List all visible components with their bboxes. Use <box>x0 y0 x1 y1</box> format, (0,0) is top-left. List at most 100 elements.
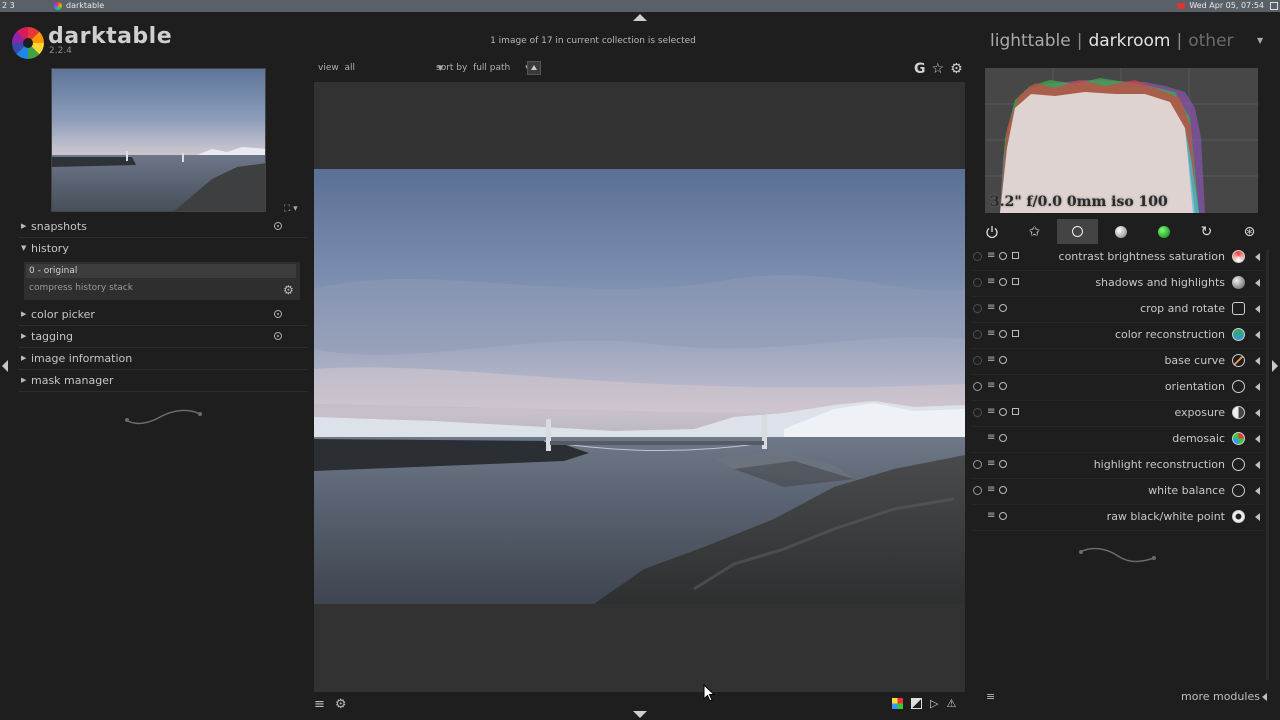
top-panel-toggle-icon[interactable] <box>633 14 647 21</box>
module-shadows-and-highlights[interactable]: ≡ shadows and highlights <box>971 270 1265 297</box>
group-correction[interactable]: ↻ <box>1186 219 1227 244</box>
history-item-original[interactable]: 0 - original <box>26 264 296 278</box>
sort-filter[interactable]: sort by full path ▼ <box>436 63 531 73</box>
multi-instance-icon[interactable]: ≡ <box>987 328 995 339</box>
multi-instance-icon[interactable]: ≡ <box>987 510 995 521</box>
grouping-icon[interactable]: G <box>914 61 926 77</box>
module-mask-manager[interactable]: ▶ mask manager <box>18 370 308 392</box>
view-darkroom[interactable]: darkroom <box>1088 31 1170 51</box>
module-crop-and-rotate[interactable]: ≡ crop and rotate <box>971 296 1265 323</box>
style-create-icon[interactable]: ⚙ <box>283 283 294 297</box>
taskbar-window[interactable]: darktable <box>54 0 104 12</box>
reset-icon[interactable] <box>999 278 1007 286</box>
reset-icon[interactable] <box>999 434 1007 442</box>
more-modules-button[interactable]: more modules <box>1181 690 1260 703</box>
main-image[interactable] <box>314 169 965 604</box>
compress-history-button[interactable]: compress history stack <box>29 283 133 293</box>
layout-grid-icon[interactable] <box>1270 2 1278 10</box>
softproof-icon[interactable]: ▷ <box>930 697 938 710</box>
expand-arrow-icon[interactable] <box>1255 513 1260 521</box>
multi-instance-icon[interactable]: ≡ <box>987 458 995 469</box>
power-icon[interactable] <box>973 330 982 339</box>
power-icon[interactable] <box>973 278 982 287</box>
overexposed-icon[interactable] <box>911 698 922 709</box>
reset-icon[interactable] <box>999 252 1007 260</box>
module-exposure[interactable]: ≡ exposure <box>971 400 1265 427</box>
reset-icon[interactable] <box>999 330 1007 338</box>
reset-icon[interactable] <box>274 310 282 318</box>
view-other[interactable]: other <box>1188 31 1233 51</box>
gear-icon[interactable]: ⚙ <box>950 61 963 77</box>
expand-arrow-icon[interactable] <box>1255 461 1260 469</box>
multi-instance-icon[interactable]: ≡ <box>987 432 995 443</box>
module-color-reconstruction[interactable]: ≡ color reconstruction <box>971 322 1265 349</box>
left-panel-toggle-icon[interactable] <box>2 360 8 372</box>
module-contrast-brightness-saturation[interactable]: ≡ contrast brightness saturation <box>971 244 1265 271</box>
power-icon[interactable] <box>973 356 982 365</box>
power-icon[interactable] <box>973 460 982 469</box>
group-favorites[interactable]: ✩ <box>1014 219 1055 244</box>
multi-instance-icon[interactable]: ≡ <box>987 380 995 391</box>
view-filter[interactable]: view all ▼ <box>318 63 443 73</box>
group-color[interactable] <box>1143 219 1184 244</box>
gamut-check-icon[interactable]: ⚠ <box>946 697 956 710</box>
expand-arrow-icon[interactable] <box>1255 435 1260 443</box>
expand-arrow-icon[interactable] <box>1255 487 1260 495</box>
reset-icon[interactable] <box>999 356 1007 364</box>
view-menu-chevron-icon[interactable]: ▼ <box>1257 36 1263 45</box>
module-tagging[interactable]: ▶ tagging <box>18 326 308 348</box>
color-assessment-icon[interactable] <box>892 698 903 709</box>
expand-arrow-icon[interactable] <box>1255 383 1260 391</box>
multi-instance-icon[interactable]: ≡ <box>987 354 995 365</box>
multi-instance-icon[interactable]: ≡ <box>987 250 995 261</box>
histogram[interactable] <box>985 68 1258 213</box>
group-active-modules[interactable] <box>971 219 1012 244</box>
expand-arrow-icon[interactable] <box>1255 305 1260 313</box>
presets-icon[interactable] <box>1012 252 1019 259</box>
sort-value[interactable]: full path <box>473 63 510 73</box>
star-icon[interactable]: ☆ <box>932 61 945 77</box>
bottom-panel-toggle-icon[interactable] <box>633 711 647 718</box>
navigation-thumbnail[interactable] <box>51 68 266 212</box>
module-raw-black-white-point[interactable]: ≡ raw black/white point <box>971 504 1265 531</box>
expand-arrow-icon[interactable] <box>1255 279 1260 287</box>
module-image-information[interactable]: ▶ image information <box>18 348 308 370</box>
multi-instance-icon[interactable]: ≡ <box>987 276 995 287</box>
group-basic[interactable] <box>1057 219 1098 244</box>
presets-menu-icon[interactable]: ≡ <box>314 697 325 712</box>
multi-instance-icon[interactable]: ≡ <box>987 302 995 313</box>
module-color-picker[interactable]: ▶ color picker <box>18 304 308 326</box>
workspace-switcher[interactable]: 2 3 <box>2 0 15 12</box>
module-snapshots[interactable]: ▶ snapshots <box>18 216 308 238</box>
expand-arrow-icon[interactable] <box>1255 331 1260 339</box>
expand-arrow-icon[interactable] <box>1255 253 1260 261</box>
more-modules-menu-icon[interactable]: ≡ <box>986 690 995 703</box>
module-highlight-reconstruction[interactable]: ≡ highlight reconstruction <box>971 452 1265 479</box>
reset-icon[interactable] <box>999 304 1007 312</box>
module-orientation[interactable]: ≡ orientation <box>971 374 1265 401</box>
reset-icon[interactable] <box>274 222 282 230</box>
presets-icon[interactable] <box>1012 330 1019 337</box>
presets-icon[interactable] <box>1012 278 1019 285</box>
sort-direction-button[interactable] <box>527 61 541 75</box>
power-icon[interactable] <box>973 382 982 391</box>
power-icon[interactable] <box>973 304 982 313</box>
expand-arrow-icon[interactable] <box>1255 409 1260 417</box>
expand-icon[interactable]: ⛶ ▾ <box>284 204 298 214</box>
group-tone[interactable] <box>1100 219 1141 244</box>
styles-icon[interactable]: ⚙ <box>335 697 347 712</box>
group-effects[interactable]: ⊛ <box>1229 219 1270 244</box>
view-lighttable[interactable]: lighttable <box>990 31 1071 51</box>
reset-icon[interactable] <box>274 332 282 340</box>
more-modules-arrow-icon[interactable] <box>1262 693 1267 701</box>
power-icon[interactable] <box>973 408 982 417</box>
right-panel-toggle-icon[interactable] <box>1272 360 1278 372</box>
module-demosaic[interactable]: ≡ demosaic <box>971 426 1265 453</box>
multi-instance-icon[interactable]: ≡ <box>987 484 995 495</box>
view-filter-value[interactable]: all <box>344 63 355 73</box>
module-base-curve[interactable]: ≡ base curve <box>971 348 1265 375</box>
reset-icon[interactable] <box>999 512 1007 520</box>
reset-icon[interactable] <box>999 486 1007 494</box>
reset-icon[interactable] <box>999 460 1007 468</box>
right-panel-scrollbar[interactable] <box>1266 250 1269 680</box>
